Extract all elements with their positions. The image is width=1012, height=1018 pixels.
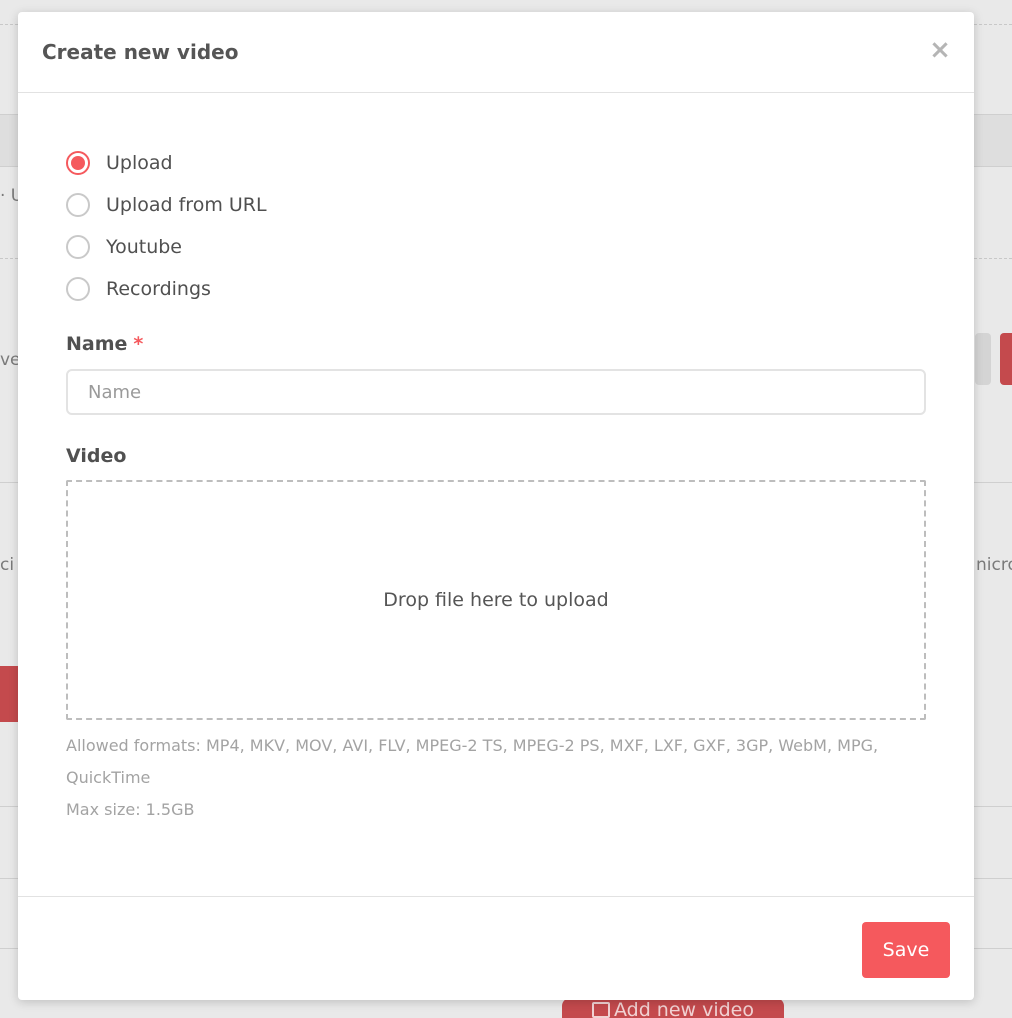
radio-unchecked-icon[interactable]: [66, 193, 90, 217]
video-field-label: Video: [66, 445, 127, 467]
add-new-video-label: Add new video: [613, 999, 755, 1018]
create-video-modal: Create new video × Upload Upload from UR…: [18, 12, 974, 1000]
name-input[interactable]: [66, 369, 926, 415]
dropzone-text: Drop file here to upload: [383, 589, 609, 611]
save-button[interactable]: Save: [862, 922, 950, 978]
background-button: [975, 333, 991, 385]
video-dropzone[interactable]: Drop file here to upload: [66, 480, 926, 720]
radio-unchecked-icon[interactable]: [66, 235, 90, 259]
radio-label: Upload: [106, 152, 173, 174]
video-source-radio-group: Upload Upload from URL Youtube Recording…: [66, 142, 267, 310]
radio-checked-icon[interactable]: [66, 151, 90, 175]
radio-label: Recordings: [106, 278, 211, 300]
add-new-video-button: Add new video: [562, 998, 784, 1018]
radio-option-upload-from-url[interactable]: Upload from URL: [66, 184, 267, 226]
background-button: [0, 666, 18, 722]
name-label-text: Name: [66, 333, 128, 355]
radio-label: Youtube: [106, 236, 182, 258]
close-icon[interactable]: ×: [928, 37, 952, 63]
background-button: [1000, 333, 1012, 385]
radio-option-recordings[interactable]: Recordings: [66, 268, 267, 310]
radio-option-youtube[interactable]: Youtube: [66, 226, 267, 268]
radio-label: Upload from URL: [106, 194, 267, 216]
film-icon: [591, 1002, 610, 1018]
radio-unchecked-icon[interactable]: [66, 277, 90, 301]
modal-title: Create new video: [42, 40, 239, 64]
required-marker: *: [133, 333, 144, 355]
modal-header: Create new video ×: [18, 12, 974, 93]
allowed-formats-text: Allowed formats: MP4, MKV, MOV, AVI, FLV…: [66, 736, 879, 787]
modal-footer-divider: [18, 896, 974, 897]
max-size-text: Max size: 1.5GB: [66, 800, 195, 819]
name-field-label: Name *: [66, 333, 143, 355]
radio-option-upload[interactable]: Upload: [66, 142, 267, 184]
background-text-fragment: nicro: [976, 555, 1012, 575]
background-text-fragment: ci: [0, 555, 15, 575]
